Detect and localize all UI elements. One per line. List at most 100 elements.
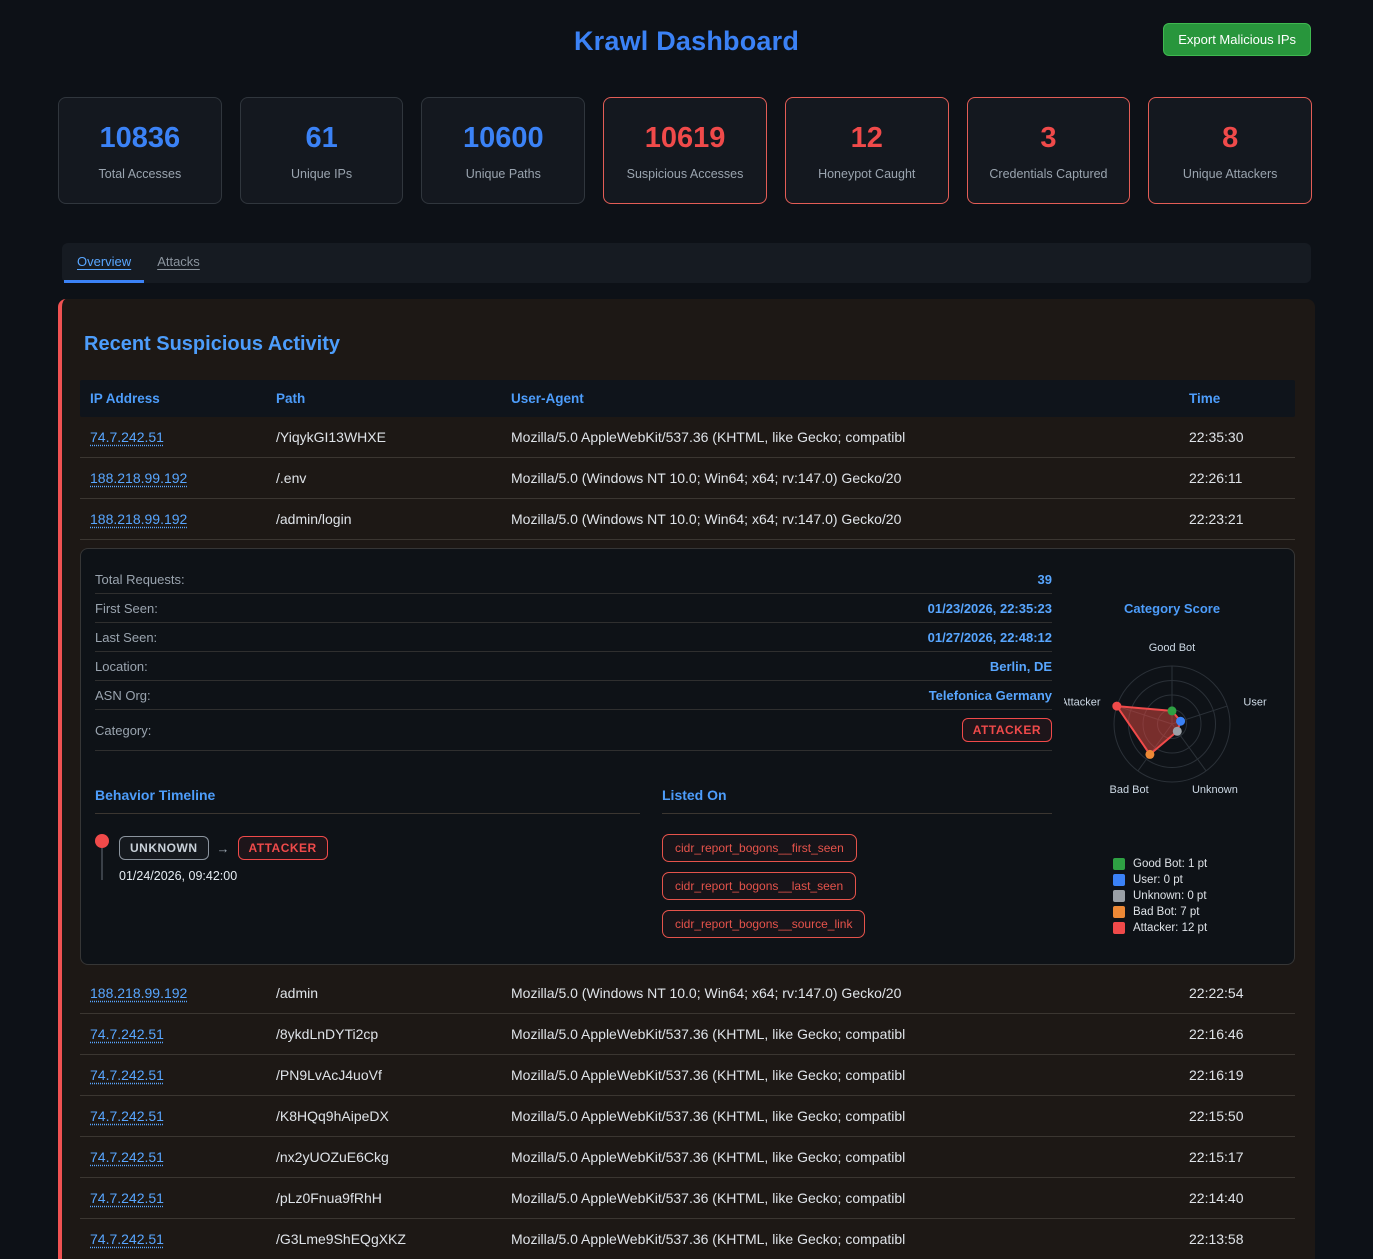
field-value: 01/23/2026, 22:35:23 [928,601,1052,616]
user-agent-cell: Mozilla/5.0 AppleWebKit/537.36 (KHTML, l… [511,1190,1189,1206]
ip-link[interactable]: 74.7.242.51 [90,1149,164,1165]
stat-label: Unique Paths [430,167,576,181]
radar-axis-label: Attacker [1064,696,1101,708]
table-row: 74.7.242.51/pLz0Fnua9fRhHMozilla/5.0 App… [80,1178,1295,1219]
recent-suspicious-activity-panel: Recent Suspicious Activity IP AddressPat… [58,299,1315,1259]
table-row: 188.218.99.192/admin/loginMozilla/5.0 (W… [80,499,1295,540]
legend-entry: Attacker: 12 pt [1113,922,1231,934]
ip-cell: 74.7.242.51 [90,1108,276,1124]
user-agent-cell: Mozilla/5.0 AppleWebKit/537.36 (KHTML, l… [511,429,1189,445]
stat-card-unique-paths: 10600 Unique Paths [421,97,585,204]
listed-on-section: Listed On cidr_report_bogons__first_seen… [662,787,1052,938]
ip-link[interactable]: 188.218.99.192 [90,985,187,1001]
table-row: 74.7.242.51/YiqykGI13WHXEMozilla/5.0 App… [80,417,1295,458]
stat-label: Total Accesses [67,167,213,181]
table-row: 74.7.242.51/PN9LvAcJ4uoVfMozilla/5.0 App… [80,1055,1295,1096]
ip-link[interactable]: 188.218.99.192 [90,511,187,527]
path-cell: /admin [276,985,511,1001]
detail-field-category: Category: ATTACKER [95,710,1052,751]
column-header-path: Path [276,391,511,406]
legend-swatch-icon [1113,922,1125,934]
stat-label: Unique IPs [249,167,395,181]
radar-point-good-bot [1168,706,1177,715]
export-malicious-ips-button[interactable]: Export Malicious IPs [1163,23,1311,56]
stat-label: Credentials Captured [976,167,1122,181]
time-cell: 22:14:40 [1189,1190,1295,1206]
stat-card-unique-attackers: 8Unique Attackers [1148,97,1312,204]
legend-entry: User: 0 pt [1113,874,1231,886]
table-row: 74.7.242.51/8ykdLnDYTi2cpMozilla/5.0 App… [80,1014,1295,1055]
legend-entry: Unknown: 0 pt [1113,890,1231,902]
path-cell: /nx2yUOZuE6Ckg [276,1149,511,1165]
category-score-column: Category Score Good BotUserUnknownBad Bo… [1064,565,1280,938]
path-cell: /YiqykGI13WHXE [276,429,511,445]
field-label: Last Seen: [95,630,157,645]
user-agent-cell: Mozilla/5.0 AppleWebKit/537.36 (KHTML, l… [511,1067,1189,1083]
time-cell: 22:15:50 [1189,1108,1295,1124]
table-row: 188.218.99.192/.envMozilla/5.0 (Windows … [80,458,1295,499]
table-rows-after: 188.218.99.192/adminMozilla/5.0 (Windows… [80,973,1295,1259]
tab-label: Attacks [157,254,200,269]
legend-swatch-icon [1113,890,1125,902]
detail-field: ASN Org:Telefonica Germany [95,681,1052,710]
ip-link[interactable]: 74.7.242.51 [90,1026,164,1042]
tab-attacks[interactable]: Attacks [144,243,213,283]
radar-axis-label: Unknown [1192,784,1238,796]
table-row: 74.7.242.51/K8HQq9hAipeDXMozilla/5.0 App… [80,1096,1295,1137]
timeline-marker [95,834,109,883]
category-attacker-badge: ATTACKER [962,718,1052,742]
detail-field: Last Seen:01/27/2026, 22:48:12 [95,623,1052,652]
ip-link[interactable]: 74.7.242.51 [90,1190,164,1206]
ip-link[interactable]: 188.218.99.192 [90,470,187,486]
tab-bar: Overview Attacks [62,243,1311,283]
tab-overview[interactable]: Overview [64,243,144,283]
legend-entry: Bad Bot: 7 pt [1113,906,1231,918]
field-label: Category: [95,723,151,738]
ip-link[interactable]: 74.7.242.51 [90,1067,164,1083]
column-header-user-agent: User-Agent [511,391,1189,406]
stat-card-credentials-captured: 3Credentials Captured [967,97,1131,204]
field-label: ASN Org: [95,688,151,703]
timeline-timestamp: 01/24/2026, 09:42:00 [119,869,328,883]
path-cell: /PN9LvAcJ4uoVf [276,1067,511,1083]
time-cell: 22:22:54 [1189,985,1295,1001]
table-row: 74.7.242.51/G3Lme9ShEQgXKZMozilla/5.0 Ap… [80,1219,1295,1259]
listed-on-badge: cidr_report_bogons__source_link [662,910,865,938]
ip-link[interactable]: 74.7.242.51 [90,429,164,445]
stat-value: 10619 [612,122,758,155]
legend-swatch-icon [1113,906,1125,918]
radar-point-user [1176,717,1185,726]
timeline-dot-icon [95,834,109,848]
ip-link[interactable]: 74.7.242.51 [90,1108,164,1124]
table-row: 74.7.242.51/nx2yUOZuE6CkgMozilla/5.0 App… [80,1137,1295,1178]
detail-field: Location:Berlin, DE [95,652,1052,681]
stat-label: Honeypot Caught [794,167,940,181]
stat-value: 10600 [430,122,576,155]
time-cell: 22:13:58 [1189,1231,1295,1247]
stat-value: 61 [249,122,395,155]
tab-label: Overview [77,254,131,269]
user-agent-cell: Mozilla/5.0 (Windows NT 10.0; Win64; x64… [511,511,1189,527]
time-cell: 22:15:17 [1189,1149,1295,1165]
legend-label: User: 0 pt [1133,874,1183,886]
path-cell: /pLz0Fnua9fRhH [276,1190,511,1206]
path-cell: /K8HQq9hAipeDX [276,1108,511,1124]
category-attacker-badge: ATTACKER [238,836,328,860]
time-cell: 22:16:46 [1189,1026,1295,1042]
radar-legend: Good Bot: 1 pt User: 0 pt Unknown: 0 pt Bad… [1113,858,1231,934]
stat-label: Unique Attackers [1157,167,1303,181]
stat-card-total-accesses: 10836Total Accesses [58,97,222,204]
ip-detail-panel: Total Requests:39First Seen:01/23/2026, … [80,548,1295,965]
stat-card-honeypot-caught: 12Honeypot Caught [785,97,949,204]
path-cell: /8ykdLnDYTi2cp [276,1026,511,1042]
time-cell: 22:23:21 [1189,511,1295,527]
radar-point-attacker [1112,702,1121,711]
time-cell: 22:16:19 [1189,1067,1295,1083]
ip-cell: 74.7.242.51 [90,1067,276,1083]
legend-label: Bad Bot: 7 pt [1133,906,1200,918]
legend-swatch-icon [1113,858,1125,870]
ip-link[interactable]: 74.7.242.51 [90,1231,164,1247]
legend-label: Good Bot: 1 pt [1133,858,1207,870]
table-row: 188.218.99.192/adminMozilla/5.0 (Windows… [80,973,1295,1014]
path-cell: /G3Lme9ShEQgXKZ [276,1231,511,1247]
